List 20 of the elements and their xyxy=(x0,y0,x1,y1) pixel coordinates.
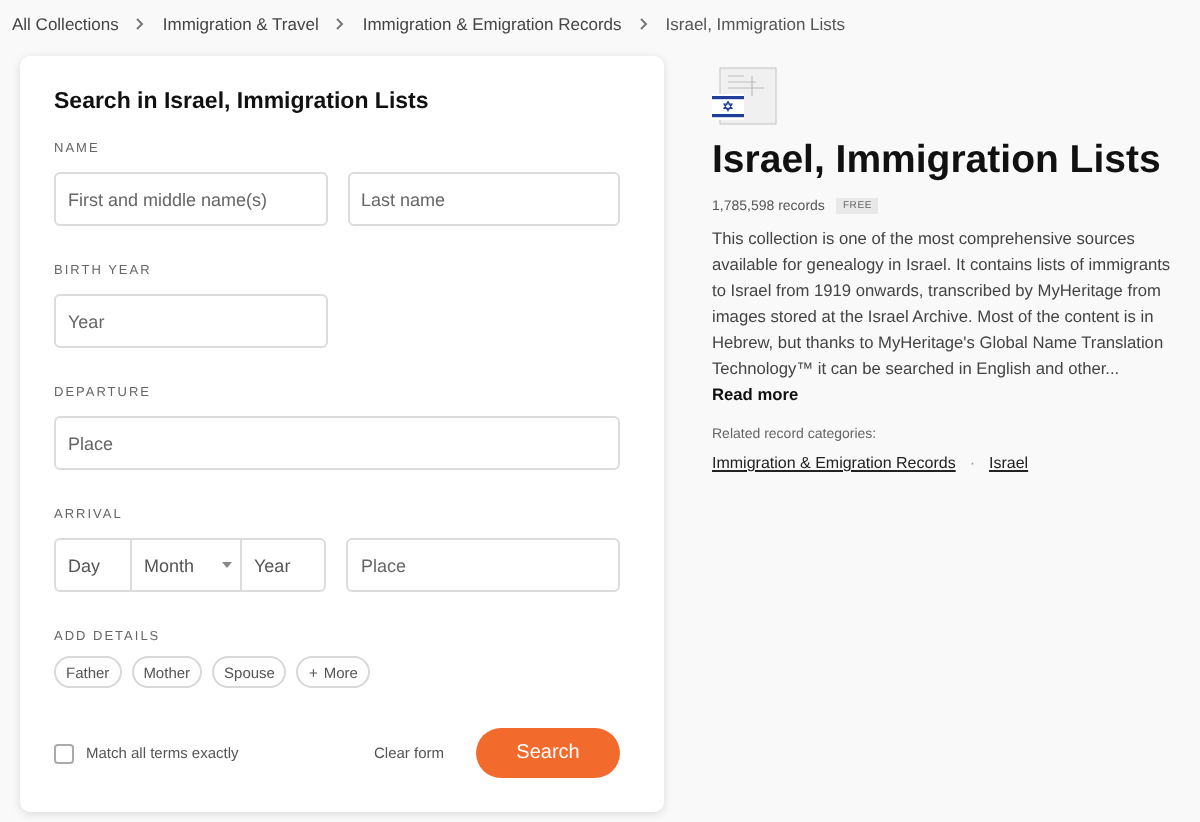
text-field[interactable]: Last name xyxy=(347,172,620,226)
chevron-icon xyxy=(136,18,145,30)
text-field[interactable]: Year xyxy=(54,294,328,348)
text-field[interactable]: First and middle name(s) xyxy=(54,172,327,226)
breadcrumb-link[interactable]: All Collections xyxy=(12,14,119,34)
text-field[interactable]: Place xyxy=(346,538,620,592)
category-link[interactable]: Immigration & Emigration Records xyxy=(712,454,956,472)
read-more-link[interactable]: Read more xyxy=(712,384,799,404)
breadcrumb-link[interactable]: Immigration & Travel xyxy=(162,14,319,34)
separator: · xyxy=(969,454,975,472)
text-field[interactable]: Place xyxy=(54,416,620,470)
chevron-icon xyxy=(639,18,648,30)
form-title: Search in Israel, Immigration Lists xyxy=(54,90,431,114)
collection-description: This collection is one of the most comprehensive sources available for genealogy in Israel. It contains lists of immigrants to Israel from 1919 onwards, transcribed by MyHeritage from images stored at the Israel Archive. Most of the content is in Hebrew, but thanks to MyHeritage's Global Name Translation Technology™ it can be searched in English and other... Read more xyxy=(712,226,1173,408)
document-flag-icon xyxy=(712,66,778,126)
category-link[interactable]: Israel xyxy=(989,454,1029,472)
chevron-icon xyxy=(336,18,345,30)
collection-title: Israel, Immigration Lists xyxy=(712,138,1163,184)
breadcrumb-link[interactable]: Immigration & Emigration Records xyxy=(362,14,622,34)
checkbox[interactable] xyxy=(54,743,74,763)
